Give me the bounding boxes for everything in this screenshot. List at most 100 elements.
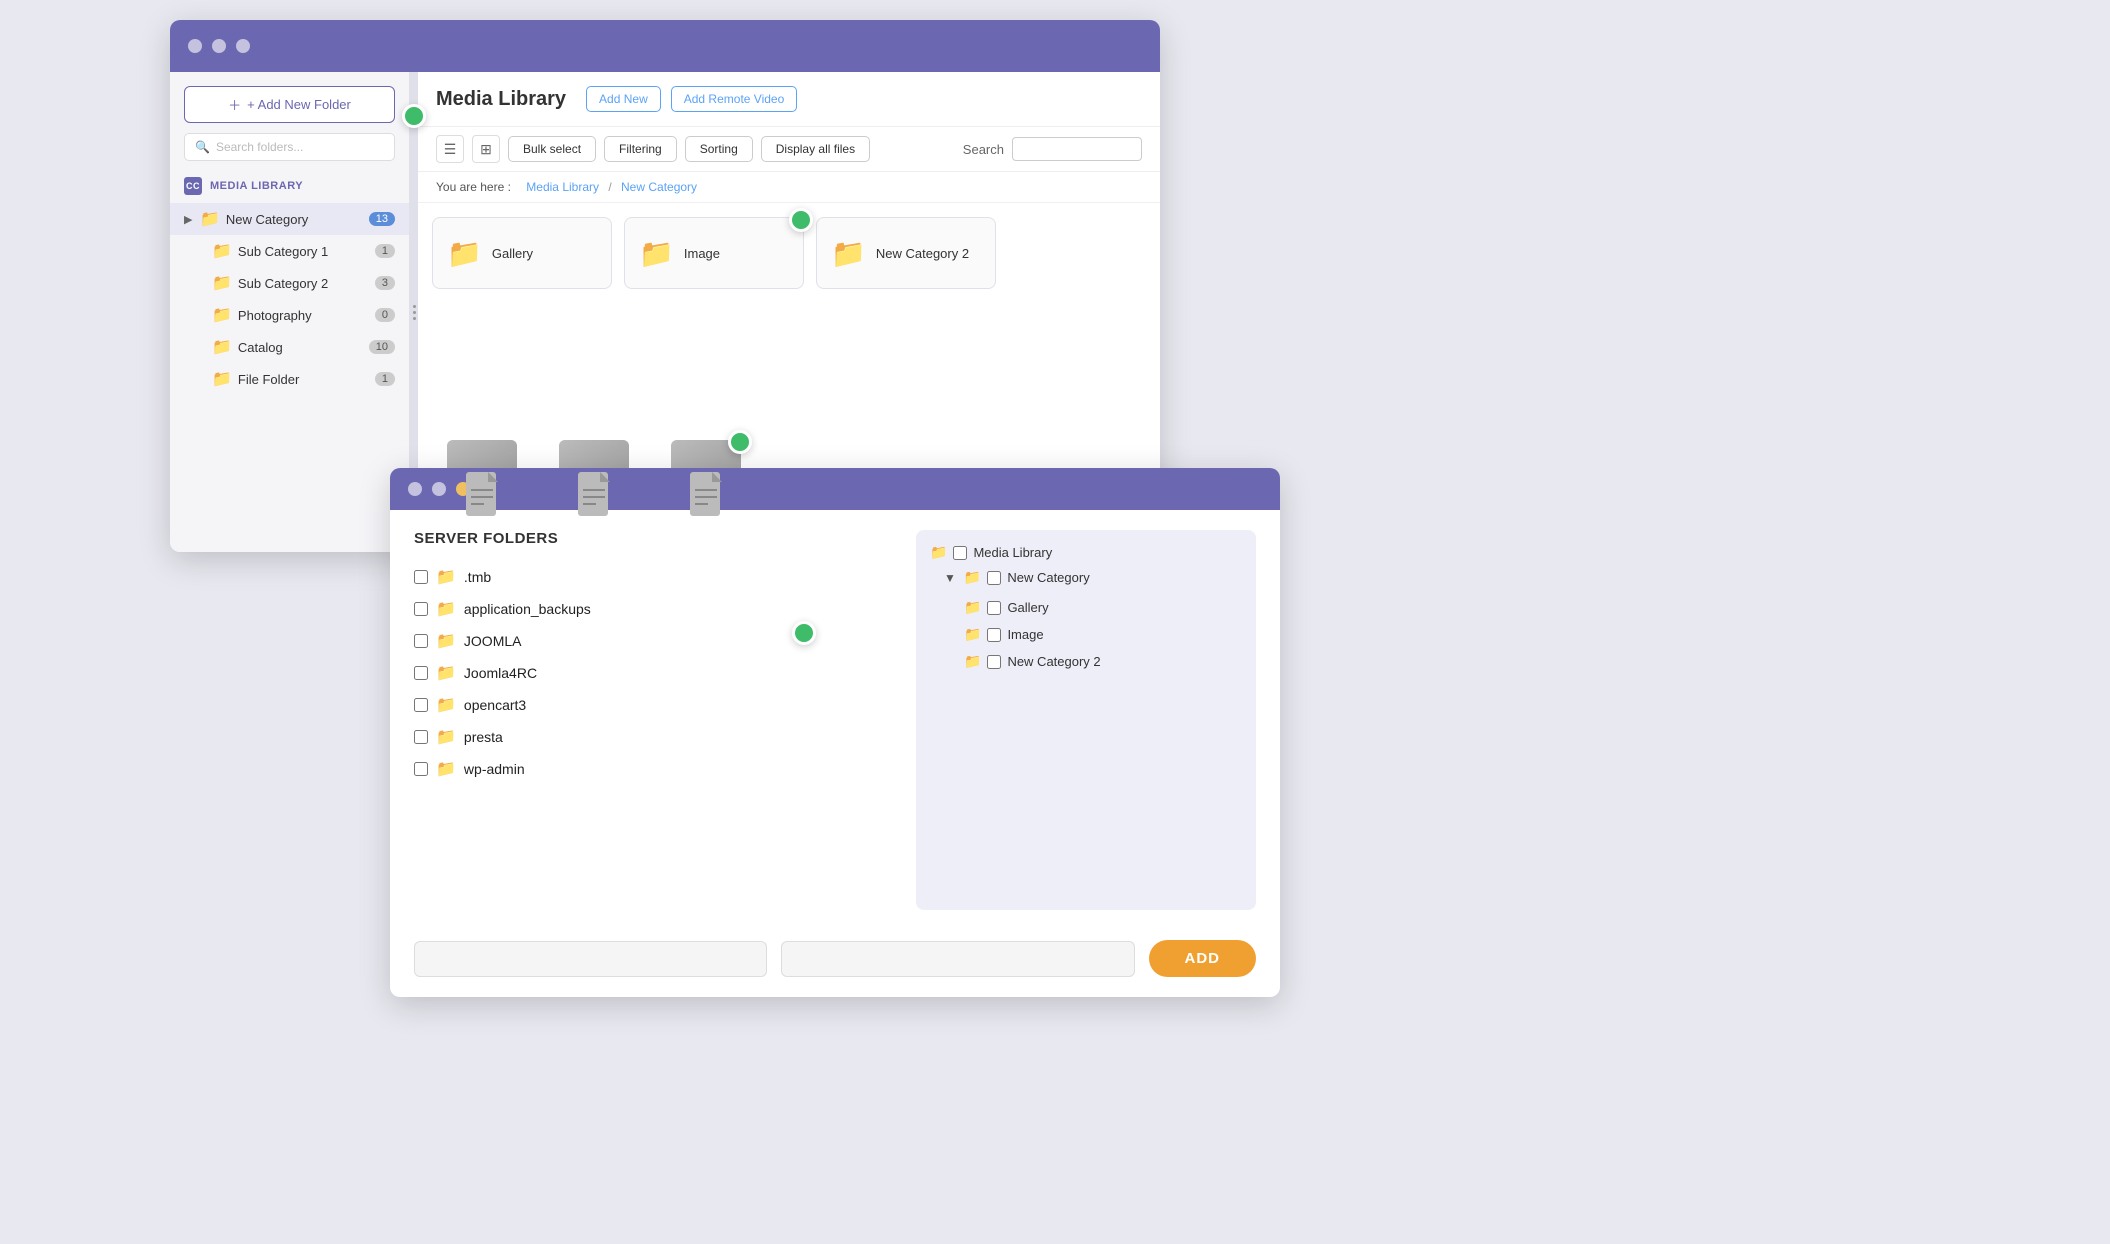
sfolder-icon-2: 📁 [436, 631, 456, 651]
folder-card-label-gallery: Gallery [492, 246, 533, 261]
bulk-select-button[interactable]: Bulk select [508, 136, 596, 162]
sfolder-icon-0: 📁 [436, 567, 456, 587]
media-library-label: CC MEDIA LIBRARY [170, 171, 409, 203]
tree-root-checkbox[interactable] [953, 546, 967, 560]
subfolder-name-3: Catalog [238, 340, 369, 355]
folder-cards-area: 📁 Gallery 📁 Image 📁 New Category 2 [418, 203, 1160, 440]
window-2-footer: ADD [390, 930, 1280, 997]
tree-newcat-item[interactable]: ▼ 📁 New Category [944, 569, 1242, 586]
subfolder-icon-1: 📁 [212, 273, 232, 293]
folder-card-newcat2[interactable]: 📁 New Category 2 [816, 217, 996, 289]
server-item-3[interactable]: 📁 Joomla4RC [414, 657, 896, 689]
subfolder-icon-3: 📁 [212, 337, 232, 357]
traffic-light-w2-1[interactable] [408, 482, 422, 496]
tree-child-image[interactable]: 📁 Image [964, 621, 1242, 648]
green-dot-sidebar [402, 104, 426, 128]
traffic-light-w2-2[interactable] [432, 482, 446, 496]
breadcrumb-media-library[interactable]: Media Library [526, 180, 599, 194]
subfolder-icon-0: 📁 [212, 241, 232, 261]
tree-root-icon: 📁 [930, 544, 947, 561]
server-item-0[interactable]: 📁 .tmb [414, 561, 896, 593]
subfolder-count-3: 10 [369, 340, 395, 354]
server-checkbox-0[interactable] [414, 570, 428, 584]
tree-newcat-icon: 📁 [964, 569, 981, 586]
green-dot-image-card [789, 208, 813, 232]
folder-card-icon-image: 📁 [639, 237, 674, 270]
sfolder-name-3: Joomla4RC [464, 665, 537, 681]
server-checkbox-3[interactable] [414, 666, 428, 680]
sfolder-name-0: .tmb [464, 569, 491, 585]
expand-arrow: ▶ [184, 213, 196, 226]
subfolder-name-2: Photography [238, 308, 375, 323]
window-1-titlebar [170, 20, 1160, 72]
tree-children: 📁 Gallery 📁 Image 📁 New Catego [944, 594, 1242, 675]
sfolder-name-4: opencart3 [464, 697, 526, 713]
server-item-1[interactable]: 📁 application_backups [414, 593, 896, 625]
sub-items: 📁 Sub Category 1 1 📁 Sub Category 2 3 📁 … [170, 235, 409, 395]
folder-card-image[interactable]: 📁 Image [624, 217, 804, 289]
subfolder-item-0[interactable]: 📁 Sub Category 1 1 [198, 235, 409, 267]
server-checkbox-1[interactable] [414, 602, 428, 616]
folder-icon-blue: 📁 [200, 209, 220, 229]
filtering-button[interactable]: Filtering [604, 136, 677, 162]
traffic-light-2[interactable] [212, 39, 226, 53]
display-all-button[interactable]: Display all files [761, 136, 870, 162]
server-item-6[interactable]: 📁 wp-admin [414, 753, 896, 785]
server-checkbox-6[interactable] [414, 762, 428, 776]
traffic-light-1[interactable] [188, 39, 202, 53]
subfolder-item-4[interactable]: 📁 File Folder 1 [198, 363, 409, 395]
root-folder-item[interactable]: ▶ 📁 New Category 13 [170, 203, 409, 235]
tree-root-item[interactable]: 📁 Media Library [930, 544, 1242, 561]
root-folder-count: 13 [369, 212, 395, 226]
list-view-icon[interactable]: ☰ [436, 135, 464, 163]
server-checkbox-5[interactable] [414, 730, 428, 744]
media-tree-panel: 📁 Media Library ▼ 📁 New Category [916, 530, 1256, 910]
server-checkbox-2[interactable] [414, 634, 428, 648]
server-checkbox-4[interactable] [414, 698, 428, 712]
add-remote-button[interactable]: Add Remote Video [671, 86, 798, 112]
footer-input-right[interactable] [781, 941, 1134, 977]
breadcrumb-current: New Category [621, 180, 697, 194]
media-library-text: MEDIA LIBRARY [210, 180, 303, 192]
grid-view-icon[interactable]: ⊞ [472, 135, 500, 163]
subfolder-name-0: Sub Category 1 [238, 244, 375, 259]
subfolder-count-2: 0 [375, 308, 395, 322]
tree-child-newcat2[interactable]: 📁 New Category 2 [964, 648, 1242, 675]
add-new-button[interactable]: Add New [586, 86, 661, 112]
subfolder-count-1: 3 [375, 276, 395, 290]
tree-child-cb-newcat2[interactable] [987, 655, 1001, 669]
server-item-5[interactable]: 📁 presta [414, 721, 896, 753]
server-panel: SERVER FOLDERS 📁 .tmb 📁 application_back… [414, 530, 916, 910]
search-folders-input[interactable]: 🔍 Search folders... [184, 133, 395, 161]
traffic-light-3[interactable] [236, 39, 250, 53]
tree-child-label-newcat2: New Category 2 [1007, 654, 1100, 669]
search-icon: 🔍 [195, 140, 210, 154]
subfolder-item-2[interactable]: 📁 Photography 0 [198, 299, 409, 331]
sfolder-icon-3: 📁 [436, 663, 456, 683]
subfolder-item-3[interactable]: 📁 Catalog 10 [198, 331, 409, 363]
subfolder-item-1[interactable]: 📁 Sub Category 2 3 [198, 267, 409, 299]
tree-child-cb-image[interactable] [987, 628, 1001, 642]
server-item-4[interactable]: 📁 opencart3 [414, 689, 896, 721]
sfolder-name-5: presta [464, 729, 503, 745]
sfolder-icon-6: 📁 [436, 759, 456, 779]
subfolder-icon-4: 📁 [212, 369, 232, 389]
sfolder-icon-1: 📁 [436, 599, 456, 619]
subfolder-count-0: 1 [375, 244, 395, 258]
search-input[interactable] [1012, 137, 1142, 161]
add-button[interactable]: ADD [1149, 940, 1257, 977]
plus-icon: ＋ [228, 95, 241, 114]
folder-card-label-image: Image [684, 246, 720, 261]
folder-card-gallery[interactable]: 📁 Gallery [432, 217, 612, 289]
breadcrumb-prefix: You are here : [436, 180, 511, 194]
footer-input-left[interactable] [414, 941, 767, 977]
add-folder-button[interactable]: ＋ + Add New Folder [184, 86, 395, 123]
tree-newcat-checkbox[interactable] [987, 571, 1001, 585]
tree-child-gallery[interactable]: 📁 Gallery [964, 594, 1242, 621]
sorting-button[interactable]: Sorting [685, 136, 753, 162]
sfolder-name-6: wp-admin [464, 761, 525, 777]
tree-child-cb-gallery[interactable] [987, 601, 1001, 615]
toolbar-title: Media Library [436, 88, 566, 111]
server-item-2[interactable]: 📁 JOOMLA [414, 625, 896, 657]
tree-child-icon-newcat2: 📁 [964, 653, 981, 670]
